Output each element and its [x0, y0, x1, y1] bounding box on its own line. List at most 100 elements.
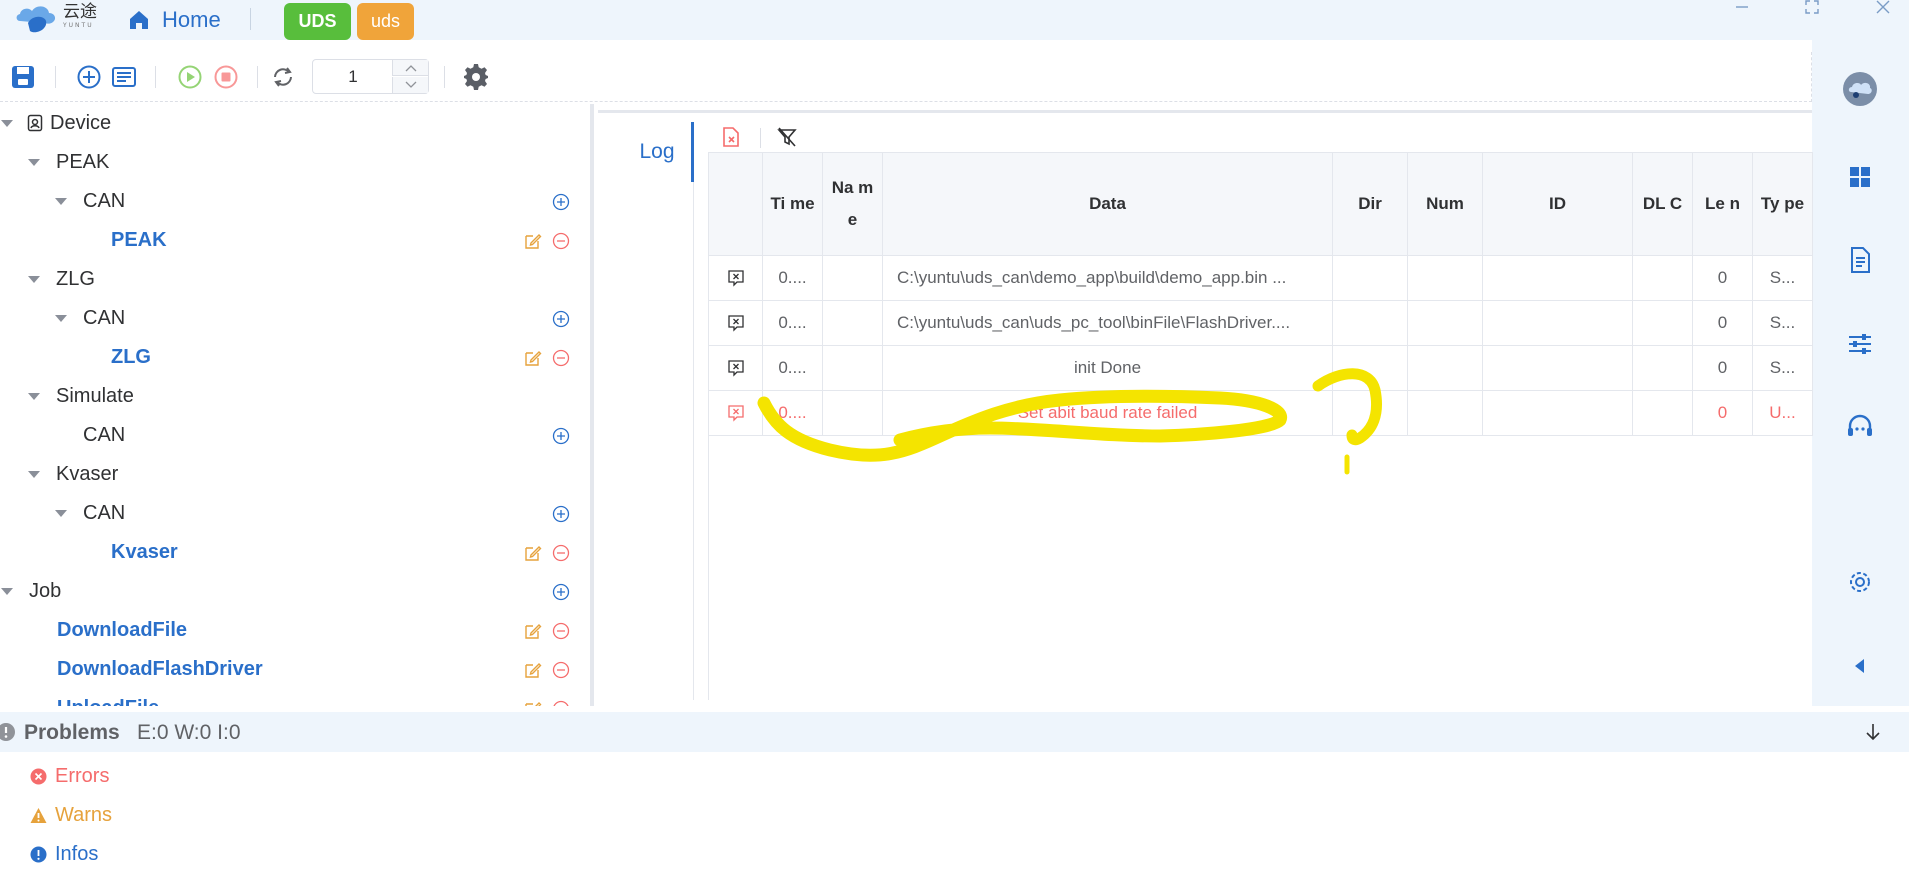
problems-counts: E:0 W:0 I:0 — [137, 721, 241, 744]
tree-node-zlg[interactable]: ZLG — [0, 260, 590, 299]
panel-splitter[interactable] — [590, 104, 594, 706]
adjustments-button[interactable] — [1845, 329, 1875, 359]
tree-node-kvaser-device[interactable]: Kvaser — [0, 533, 590, 572]
error-message-icon[interactable] — [727, 404, 745, 422]
refresh-button[interactable] — [270, 64, 296, 90]
edit-icon[interactable] — [524, 622, 542, 640]
column-header[interactable]: Na me — [822, 152, 883, 256]
support-button[interactable] — [1845, 412, 1875, 442]
infos-item[interactable]: Infos — [30, 839, 98, 869]
document-button[interactable] — [1845, 245, 1875, 275]
table-row[interactable]: 0.... C:\yuntu\uds_can\demo_app\build\dem… — [708, 255, 1813, 301]
tree-node-peak-device[interactable]: PEAK — [0, 221, 590, 260]
edit-icon[interactable] — [524, 544, 542, 562]
add-circle-icon[interactable] — [552, 193, 570, 211]
column-header[interactable]: ID — [1482, 152, 1633, 256]
home-link[interactable]: Home — [128, 0, 221, 40]
column-header[interactable]: Data — [882, 152, 1333, 256]
caret-down-icon[interactable] — [55, 198, 67, 205]
problems-header[interactable]: Problems E:0 W:0 I:0 — [0, 712, 1909, 752]
add-circle-icon[interactable] — [552, 505, 570, 523]
caret-down-icon[interactable] — [28, 276, 40, 283]
start-button[interactable] — [177, 64, 203, 90]
collapse-sidebar-button[interactable] — [1845, 651, 1875, 681]
remove-circle-icon[interactable] — [552, 700, 570, 706]
tree-node-peak-can[interactable]: CAN — [0, 182, 590, 221]
edit-icon[interactable] — [524, 700, 542, 706]
uds-lower-tag-button[interactable]: uds — [357, 3, 414, 40]
tree-node-upload-file[interactable]: UploadFile — [0, 689, 590, 706]
uds-tag-button[interactable]: UDS — [284, 3, 351, 40]
cell-len: 0 — [1692, 345, 1753, 391]
caret-down-icon[interactable] — [28, 159, 40, 166]
column-header[interactable]: Num — [1407, 152, 1483, 256]
remove-circle-icon[interactable] — [552, 232, 570, 250]
table-row[interactable]: 0.... C:\yuntu\uds_can\uds_pc_tool\binFil… — [708, 300, 1813, 346]
caret-down-icon[interactable] — [1, 120, 13, 127]
errors-item[interactable]: Errors — [30, 761, 109, 791]
caret-down-icon[interactable] — [1, 588, 13, 595]
caret-down-icon[interactable] — [28, 393, 40, 400]
cell-dlc — [1632, 255, 1693, 301]
clear-filter-icon[interactable] — [776, 126, 798, 148]
dashboard-button[interactable] — [1845, 162, 1875, 192]
remove-circle-icon[interactable] — [552, 544, 570, 562]
add-button[interactable] — [76, 64, 102, 90]
tree-node-job[interactable]: Job — [0, 572, 590, 611]
list-button[interactable] — [111, 64, 137, 90]
clear-log-icon[interactable] — [720, 126, 742, 148]
caret-down-icon[interactable] — [55, 315, 67, 322]
settings-button[interactable] — [463, 64, 489, 90]
message-icon[interactable] — [727, 314, 745, 332]
stop-button[interactable] — [213, 64, 239, 90]
message-icon[interactable] — [727, 359, 745, 377]
tab-log[interactable]: Log — [620, 122, 694, 182]
tree-label: ZLG — [56, 268, 95, 290]
warns-item[interactable]: Warns — [30, 800, 112, 830]
tree-node-peak[interactable]: PEAK — [0, 143, 590, 182]
tree-node-kvaser-can[interactable]: CAN — [0, 494, 590, 533]
tree-node-download-flash-driver[interactable]: DownloadFlashDriver — [0, 650, 590, 689]
divider — [250, 8, 251, 30]
user-avatar[interactable] — [1842, 71, 1878, 107]
counter-stepper[interactable] — [312, 59, 429, 94]
gear-icon — [1850, 572, 1870, 592]
increment-button[interactable] — [392, 60, 428, 76]
remove-circle-icon[interactable] — [552, 661, 570, 679]
tree-node-zlg-can[interactable]: CAN — [0, 299, 590, 338]
tree-node-simulate[interactable]: Simulate — [0, 377, 590, 416]
remove-circle-icon[interactable] — [552, 622, 570, 640]
counter-input[interactable] — [313, 60, 393, 93]
tree-node-kvaser[interactable]: Kvaser — [0, 455, 590, 494]
column-header[interactable]: Le n — [1692, 152, 1753, 256]
caret-down-icon[interactable] — [28, 471, 40, 478]
add-circle-icon[interactable] — [552, 427, 570, 445]
edit-icon[interactable] — [524, 232, 542, 250]
add-circle-icon[interactable] — [552, 310, 570, 328]
table-row[interactable]: 0.... Set abit baud rate failed 0 U... — [708, 390, 1813, 436]
tree-node-device[interactable]: Device — [0, 104, 590, 143]
save-button[interactable] — [10, 64, 36, 90]
column-header[interactable]: Dir — [1332, 152, 1408, 256]
add-circle-icon[interactable] — [552, 583, 570, 601]
arrow-down-icon[interactable] — [1862, 721, 1884, 743]
column-header[interactable]: Ti me — [762, 152, 823, 256]
tree-node-download-file[interactable]: DownloadFile — [0, 611, 590, 650]
minimize-button[interactable] — [1727, 0, 1757, 16]
remove-circle-icon[interactable] — [552, 349, 570, 367]
preferences-button[interactable] — [1845, 567, 1875, 597]
decrement-button[interactable] — [392, 77, 428, 93]
edit-icon[interactable] — [524, 349, 542, 367]
column-header[interactable]: DL C — [1632, 152, 1693, 256]
cell-num — [1407, 390, 1483, 436]
column-header[interactable]: Ty pe — [1752, 152, 1813, 256]
maximize-button[interactable] — [1797, 0, 1827, 16]
tree-node-simulate-can[interactable]: CAN — [0, 416, 590, 455]
close-icon — [1876, 0, 1890, 14]
edit-icon[interactable] — [524, 661, 542, 679]
close-window-button[interactable] — [1868, 0, 1898, 16]
caret-down-icon[interactable] — [55, 510, 67, 517]
table-row[interactable]: 0.... init Done 0 S... — [708, 345, 1813, 391]
message-icon[interactable] — [727, 269, 745, 287]
tree-node-zlg-device[interactable]: ZLG — [0, 338, 590, 377]
